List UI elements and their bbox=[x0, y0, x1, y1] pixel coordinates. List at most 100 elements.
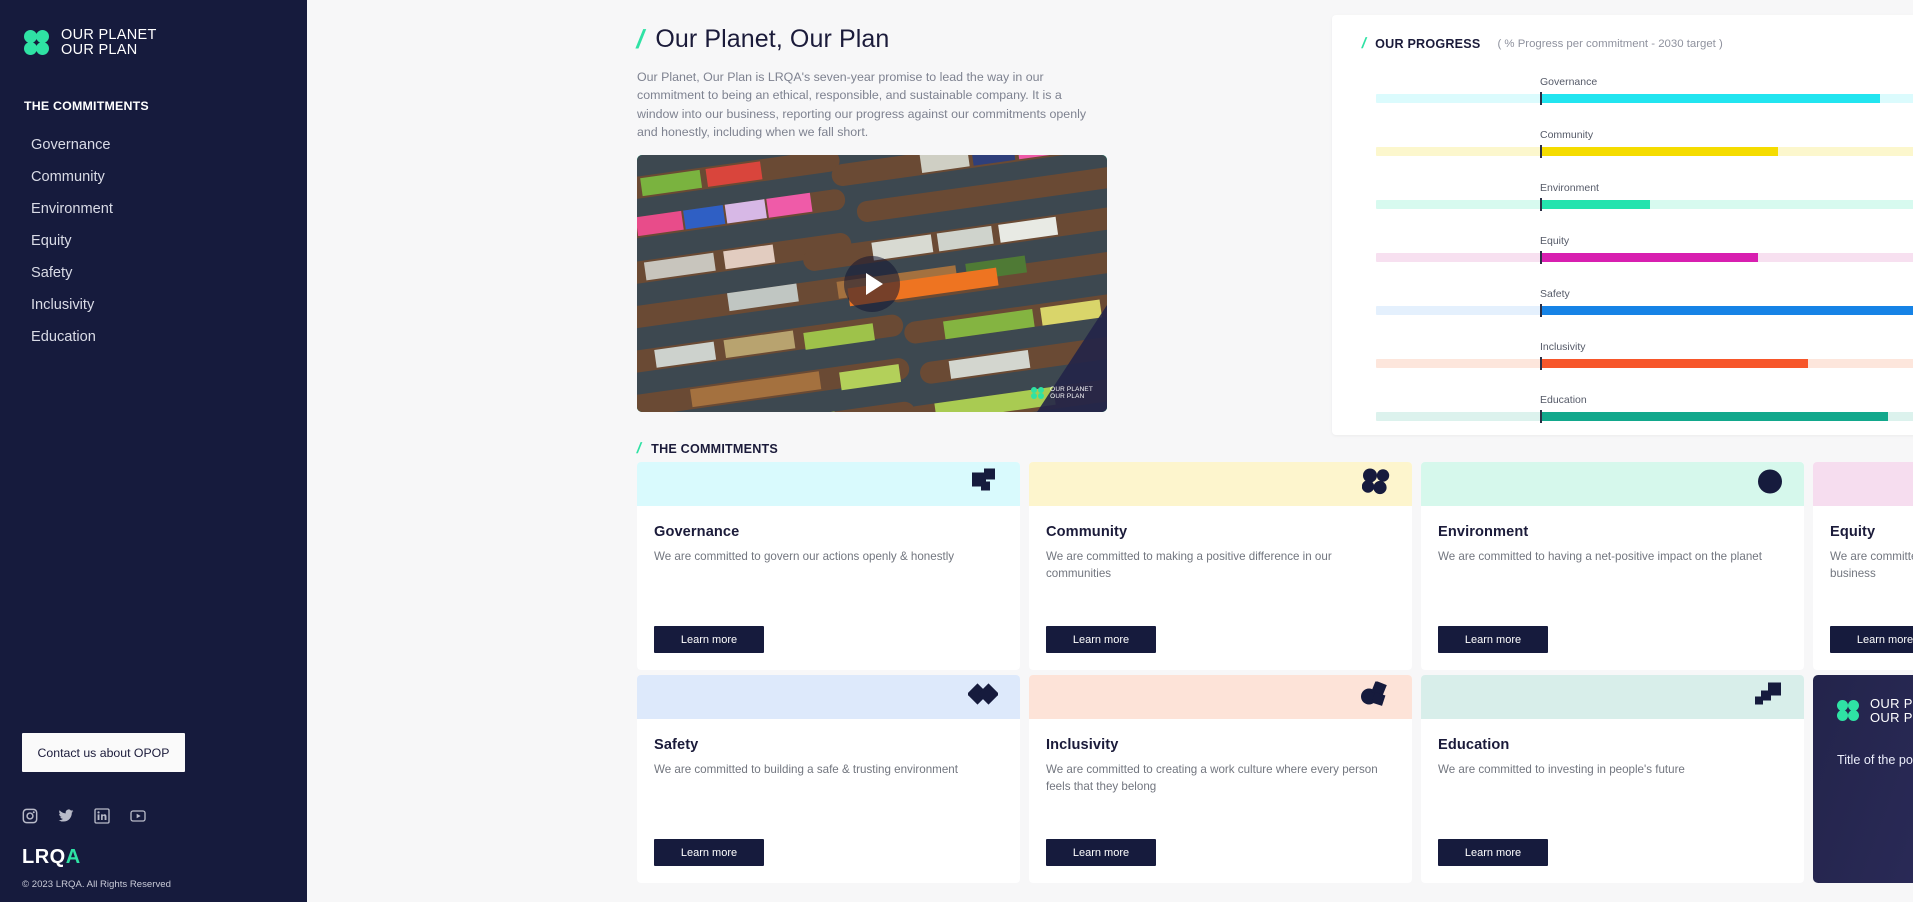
learn-more-button[interactable]: Learn more bbox=[1438, 839, 1548, 866]
podcast-brand-text: OUR PLANETOUR PLAN bbox=[1870, 697, 1913, 725]
card-title: Equity bbox=[1830, 524, 1876, 540]
video-watermark: OUR PLANET OUR PLAN bbox=[1031, 386, 1093, 400]
progress-panel: / OUR PROGRESS ( % Progress per commitme… bbox=[1332, 15, 1913, 435]
card-title: Community bbox=[1046, 524, 1128, 540]
learn-more-button[interactable]: Learn more bbox=[1046, 839, 1156, 866]
video-watermark-line1: OUR PLANET bbox=[1050, 386, 1093, 393]
card-color-band bbox=[1029, 675, 1412, 719]
sidebar: OUR PLANET OUR PLAN THE COMMITMENTS Gove… bbox=[0, 0, 307, 902]
progress-bar-track bbox=[1376, 410, 1913, 423]
progress-title: OUR PROGRESS bbox=[1375, 36, 1481, 51]
sidebar-brand[interactable]: OUR PLANET OUR PLAN bbox=[0, 28, 307, 57]
card-body: Equity We are committed to creating equit… bbox=[1813, 506, 1913, 670]
opop-logo-icon bbox=[1837, 699, 1860, 723]
learn-more-button[interactable]: Learn more bbox=[654, 626, 764, 653]
page-title-text: Our Planet, Our Plan bbox=[655, 25, 890, 53]
progress-bar-label: Community bbox=[1540, 129, 1594, 141]
progress-bar-row: Environment17% bbox=[1356, 180, 1913, 233]
sidebar-item-inclusivity[interactable]: Inclusivity bbox=[0, 289, 307, 321]
learn-more-button[interactable]: Learn more bbox=[1046, 626, 1156, 653]
twitter-icon[interactable] bbox=[58, 808, 74, 824]
main-content: / Our Planet, Our Plan Our Planet, Our P… bbox=[307, 0, 1913, 902]
commitment-card: Equity We are committed to creating equit… bbox=[1813, 462, 1913, 670]
progress-bar-fill bbox=[1540, 147, 1778, 156]
progress-bar-row: Equity31% bbox=[1356, 233, 1913, 286]
offset-squares-icon bbox=[972, 468, 998, 500]
hero-video-player[interactable]: OUR PLANET OUR PLAN bbox=[637, 155, 1107, 412]
progress-bar-label: Equity bbox=[1540, 235, 1570, 247]
commitment-card: Governance We are committed to govern our… bbox=[637, 462, 1020, 670]
progress-bar-marker bbox=[1540, 251, 1542, 264]
commitments-grid: Governance We are committed to govern our… bbox=[637, 462, 1913, 883]
progress-bar-label: Education bbox=[1540, 394, 1587, 406]
video-watermark-line2: OUR PLAN bbox=[1050, 393, 1085, 400]
sidebar-item-governance[interactable]: Governance bbox=[0, 129, 307, 161]
learn-more-button[interactable]: Learn more bbox=[1438, 626, 1548, 653]
card-title: Education bbox=[1438, 737, 1510, 753]
video-watermark-text: OUR PLANET OUR PLAN bbox=[1050, 386, 1093, 400]
sidebar-item-safety[interactable]: Safety bbox=[0, 257, 307, 289]
lrqa-logo: LRQ A bbox=[22, 846, 307, 869]
card-description: We are committed to making a positive di… bbox=[1046, 550, 1332, 580]
progress-bar-fill bbox=[1540, 200, 1650, 209]
sidebar-item-community[interactable]: Community bbox=[0, 161, 307, 193]
hero-description: Our Planet, Our Plan is LRQA's seven-yea… bbox=[637, 70, 1087, 139]
progress-bar-label: Inclusivity bbox=[1540, 341, 1586, 353]
card-body: Environment We are committed to having a … bbox=[1421, 506, 1804, 670]
lrqa-logo-part2: A bbox=[65, 846, 81, 868]
card-color-band bbox=[637, 462, 1020, 506]
sidebar-item-education[interactable]: Education bbox=[0, 321, 307, 353]
opop-logo-icon bbox=[24, 29, 50, 56]
hero-section: / Our Planet, Our Plan Our Planet, Our P… bbox=[633, 24, 1117, 141]
commitment-card: Inclusivity We are committed to creating … bbox=[1029, 675, 1412, 883]
card-body: Education We are committed to investing i… bbox=[1421, 719, 1804, 883]
progress-bar-marker bbox=[1540, 304, 1542, 317]
contact-us-button[interactable]: Contact us about OPOP bbox=[22, 733, 185, 772]
card-description: We are committed to having a net-positiv… bbox=[1438, 550, 1762, 563]
card-color-band bbox=[1813, 462, 1913, 506]
commitments-heading-text: THE COMMITMENTS bbox=[651, 441, 779, 456]
podcast-brand-line1: OUR PLANET bbox=[1870, 696, 1913, 711]
commitments-heading: / THE COMMITMENTS bbox=[635, 440, 779, 457]
card-body: Inclusivity We are committed to creating … bbox=[1029, 719, 1412, 883]
instagram-icon[interactable] bbox=[22, 808, 38, 824]
progress-bar-row: Safety66% bbox=[1356, 286, 1913, 339]
card-color-band bbox=[1421, 462, 1804, 506]
page-root: OUR PLANET OUR PLAN THE COMMITMENTS Gove… bbox=[0, 0, 1913, 902]
progress-bar-marker bbox=[1540, 357, 1542, 370]
progress-bar-track bbox=[1376, 145, 1913, 158]
progress-bar-marker bbox=[1540, 92, 1542, 105]
social-links bbox=[22, 808, 307, 824]
progress-bar-label: Environment bbox=[1540, 182, 1599, 194]
card-description: We are committed to govern our actions o… bbox=[654, 550, 955, 563]
progress-bar-fill bbox=[1540, 306, 1913, 315]
two-diamonds-icon bbox=[966, 683, 1000, 712]
learn-more-button[interactable]: Learn more bbox=[654, 839, 764, 866]
card-description: We are committed to investing in people'… bbox=[1438, 763, 1685, 776]
stairs-squares-icon bbox=[1754, 682, 1782, 712]
sidebar-footer: Contact us about OPOP LRQ A © 2023 LRQA.… bbox=[0, 733, 307, 902]
card-description: We are committed to creating equity & ac… bbox=[1830, 550, 1913, 580]
podcast-promo-card[interactable]: OUR PLANETOUR PLAN Title of the podcast/s… bbox=[1813, 675, 1913, 883]
slash-accent-icon: / bbox=[633, 24, 648, 54]
commitment-card: Safety We are committed to building a saf… bbox=[637, 675, 1020, 883]
progress-bar-track bbox=[1376, 198, 1913, 211]
sidebar-item-equity[interactable]: Equity bbox=[0, 225, 307, 257]
card-body: Governance We are committed to govern our… bbox=[637, 506, 1020, 670]
learn-more-button[interactable]: Learn more bbox=[1830, 626, 1913, 653]
card-title: Safety bbox=[654, 737, 699, 753]
youtube-icon[interactable] bbox=[130, 808, 146, 824]
brand-wordmark: OUR PLANET OUR PLAN bbox=[61, 28, 157, 57]
progress-header: / OUR PROGRESS ( % Progress per commitme… bbox=[1356, 35, 1913, 52]
play-button-icon[interactable] bbox=[844, 255, 900, 312]
progress-bar-marker bbox=[1540, 410, 1542, 423]
progress-bar-label: Safety bbox=[1540, 288, 1570, 300]
progress-bar-fill bbox=[1540, 412, 1888, 421]
podcast-title: Title of the podcast/show goes here bbox=[1837, 753, 1913, 767]
sidebar-item-environment[interactable]: Environment bbox=[0, 193, 307, 225]
progress-bar-track bbox=[1376, 357, 1913, 370]
card-description: We are committed to creating a work cult… bbox=[1046, 763, 1378, 793]
linkedin-icon[interactable] bbox=[94, 808, 110, 824]
card-body: Community We are committed to making a po… bbox=[1029, 506, 1412, 670]
podcast-brand-line2: OUR PLAN bbox=[1870, 710, 1913, 725]
